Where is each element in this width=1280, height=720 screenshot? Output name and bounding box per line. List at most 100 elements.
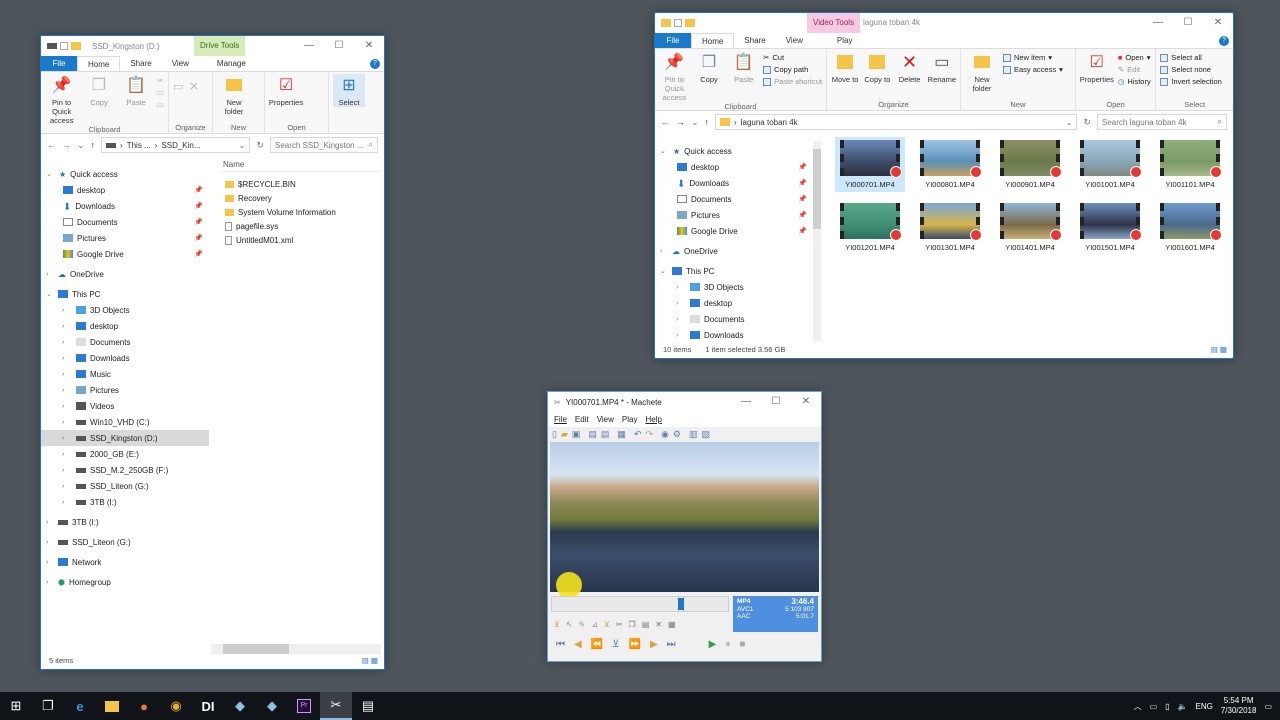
nav-scrollbar-thumb[interactable] [813,149,821,229]
move-to-button[interactable]: Move to [831,51,859,84]
chevron-right-icon[interactable]: › [676,316,678,323]
properties-button[interactable]: ☑ Properties [269,74,303,107]
delete-icon[interactable]: ✕ [655,620,662,629]
chevron-right-icon[interactable]: › [62,371,64,378]
chevron-right-icon[interactable]: › [62,307,64,314]
davinci-icon[interactable]: DI [192,692,224,720]
copy-button[interactable]: ❐ Copy [82,74,115,107]
nav-network[interactable]: › Network [41,554,209,570]
stop-icon[interactable]: ■ [739,639,745,650]
new-folder-button[interactable]: New folder [217,74,251,116]
chevron-right-icon[interactable]: › [62,483,64,490]
export-icon[interactable]: ▧ [701,429,710,440]
maximize-icon[interactable]: ☐ [761,392,791,412]
nav-pc-item[interactable]: › Win10_VHD (C:) [41,414,209,430]
video-thumbnail[interactable]: YI001401.MP4 [995,200,1065,255]
copy-path-icon[interactable]: ▭ [157,88,164,97]
new-item-button[interactable]: New item ▾ [1003,53,1063,62]
tab-file[interactable]: File [655,33,691,48]
file-row[interactable]: pagefile.sys [221,219,381,233]
file-row[interactable]: System Volume Information [221,205,381,219]
open-button[interactable]: ■ Open ▾ [1118,53,1151,62]
copy-path-button[interactable]: Copy path [763,65,822,74]
recent-icon[interactable]: ⌄ [691,117,699,128]
nav-this-pc[interactable]: ⌄ This PC [41,286,209,302]
delete-button[interactable]: ✕ Delete [895,51,923,85]
address-bar[interactable]: › This ... › SSD_Kin... ⌄ [101,137,251,153]
app-icon-3[interactable]: ▤ [352,692,384,720]
nav-item-pictures[interactable]: Pictures 📌 [41,230,209,246]
new-folder-icon[interactable] [71,42,81,50]
tab-manage[interactable]: Manage [207,56,256,71]
select-all-icon[interactable]: ▦ [668,620,676,629]
edge-icon[interactable]: e [64,692,96,720]
nav-ssd-liteon[interactable]: › SSD_Liteon (G:) [41,534,209,550]
nav-onedrive[interactable]: › ☁ OneDrive [41,266,209,282]
volume-icon[interactable]: 🔈 [1178,702,1188,711]
menu-play[interactable]: Play [622,415,638,424]
chevron-right-icon[interactable]: › [62,403,64,410]
start-windows-icon[interactable]: ⊞ [0,692,32,720]
view-toggle-icons[interactable]: ▤ ▦ [1211,342,1227,358]
video-thumbnail[interactable]: YI001601.MP4 [1155,200,1225,255]
easy-access-button[interactable]: Easy access ▾ [1003,65,1063,74]
forward-icon[interactable]: → [62,140,71,150]
nav-pc-item[interactable]: › 3TB (I:) [41,494,209,510]
nav-pc-item[interactable]: › Documents [41,334,209,350]
nav-pc-item[interactable]: › 3D Objects [41,302,209,318]
video-tools-tab[interactable]: Video Tools [807,13,861,33]
menu-edit[interactable]: Edit [575,415,589,424]
prev-mark-icon[interactable]: ◀ [574,639,582,650]
nav-item-documents[interactable]: Documents 📌 [655,191,813,207]
copy-to-button[interactable]: Copy to [863,51,891,84]
nav-pc-item[interactable]: › Videos [41,398,209,414]
breadcrumb-folder[interactable]: laguna toban 4k [741,118,798,127]
pin-quick-access-button[interactable]: 📌 Pin to Quick access [659,51,690,102]
mark-out-icon[interactable]: ⊻ [604,620,610,629]
go-start-icon[interactable]: ⏮ [556,639,565,650]
paste-button[interactable]: 📋 Paste [120,74,153,107]
nav-pc-item[interactable]: › 2000_GB (E:) [41,446,209,462]
column-header-name[interactable]: Name [221,158,381,172]
chevron-right-icon[interactable]: › [62,435,64,442]
maximize-icon[interactable]: ☐ [1173,13,1203,33]
move-to-icon[interactable]: ▭ [173,80,183,93]
select-none-button[interactable]: Select none [1160,65,1221,74]
file-row[interactable]: $RECYCLE.BIN [221,177,381,191]
maximize-icon[interactable]: ☐ [324,36,354,56]
machete-taskbar-icon[interactable]: ✂ [320,692,352,720]
nav-quick-access[interactable]: ⌄ ★ Quick access [655,143,813,159]
nav-scrollbar[interactable] [813,141,821,341]
file-row[interactable]: Recovery [221,191,381,205]
video-thumbnail[interactable]: YI001101.MP4 [1155,137,1225,192]
pen-icon[interactable]: ✎ [579,620,586,629]
paste-shortcut-icon[interactable]: ▭ [157,100,164,109]
chevron-right-icon[interactable]: › [62,339,64,346]
pin-quick-access-button[interactable]: 📌 Pin to Quick access [45,74,78,125]
video-thumbnail[interactable]: YI000801.MP4 [915,137,985,192]
next-mark-icon[interactable]: ▶ [650,639,658,650]
breadcrumb-drive[interactable]: SSD_Kin... [161,141,200,150]
help-icon[interactable]: ? [370,59,380,69]
nav-item-google-drive[interactable]: Google Drive 📌 [41,246,209,262]
nav-pc-item[interactable]: › SSD_M.2_250GB (F:) [41,462,209,478]
batch-icon[interactable]: ▥ [689,429,698,440]
timeline[interactable] [551,596,729,612]
chevron-right-icon[interactable]: › [62,419,64,426]
video-thumbnail[interactable]: YI000701.MP4 [835,137,905,192]
print-icon[interactable]: ▦ [617,429,626,440]
language-indicator[interactable]: ENG [1196,702,1213,711]
redo-icon[interactable]: ↷ [645,429,653,440]
copy-button[interactable]: ❐ Copy [694,51,725,84]
up-icon[interactable]: ↑ [705,117,710,127]
properties-check-icon[interactable] [60,42,68,50]
rename-button[interactable]: ▭ Rename [928,51,956,84]
cut-icon[interactable]: ✂ [616,620,623,629]
nav-pc-item[interactable]: › SSD_Liteon (G:) [41,478,209,494]
up-icon[interactable]: ↑ [91,140,96,150]
tab-share[interactable]: Share [120,56,161,71]
app-icon[interactable]: ◆ [224,692,256,720]
tab-view[interactable]: View [162,56,199,71]
tab-home[interactable]: Home [691,33,735,48]
recent-icon[interactable]: ⌄ [77,140,85,151]
